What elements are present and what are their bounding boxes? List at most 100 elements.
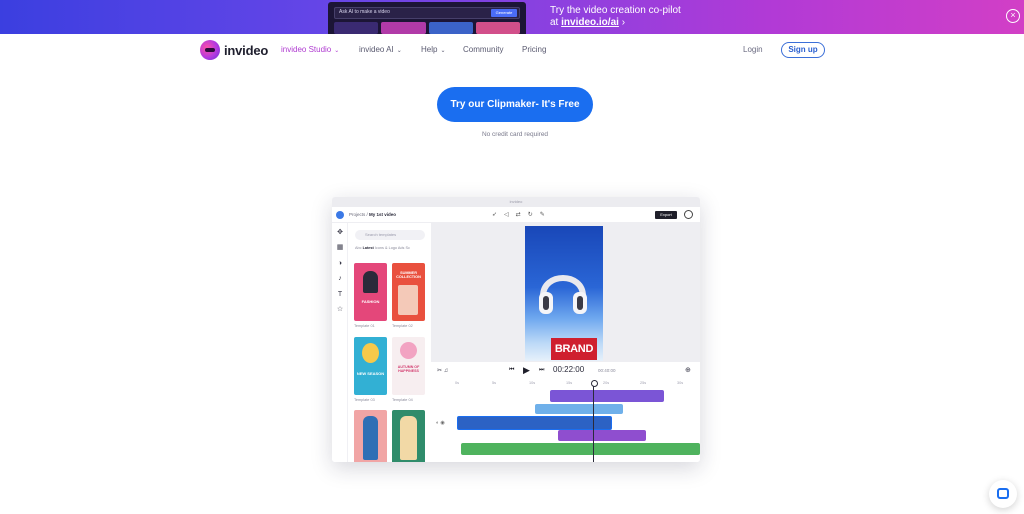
template-figure <box>363 271 378 293</box>
magic-wand-icon: ✎ <box>539 212 545 218</box>
timeline-playhead <box>591 380 598 462</box>
nav-item-community[interactable]: Community <box>463 45 503 54</box>
template-thumb <box>354 410 387 462</box>
mockup-toolbar: ➶ ◁ ⇄ ↻ ✎ <box>492 211 545 218</box>
nav-item-label: invideo Studio <box>281 45 332 54</box>
mockup-breadcrumb-root: Projects <box>349 212 366 217</box>
nav-item-invideo-studio[interactable]: invideo Studio ⌄ <box>281 45 339 54</box>
promo-thumb-tile <box>428 22 473 34</box>
template-thumb: FASHION <box>354 263 387 321</box>
template-thumb: SUMMER COLLECTION <box>392 263 425 321</box>
ruler-tick: 0s <box>455 381 460 385</box>
promo-line-2[interactable]: at invideo.io/ai › <box>550 17 681 29</box>
skip-forward-icon: ⏭ <box>539 367 545 373</box>
chat-icon <box>997 488 1009 499</box>
mockup-breadcrumb: Projects / My 1st video <box>349 212 396 217</box>
ruler-tick: 30s <box>677 381 684 385</box>
ruler-tick: 5s <box>492 381 497 385</box>
template-title: AUTUMN OF HAPPINESS <box>397 365 420 373</box>
no-credit-card-note: No credit card required <box>481 131 549 138</box>
chat-widget-button[interactable] <box>989 480 1017 508</box>
timeline-ruler: 0s 5s 10s 15s 20s 25s 30s <box>455 380 700 388</box>
chevron-down-icon: ⌄ <box>396 48 402 54</box>
logo-text: invideo <box>224 42 269 58</box>
promo-link-arrow: › <box>618 17 626 28</box>
promo-thumb-tile <box>381 22 426 34</box>
template-label: Template 01 <box>354 324 375 328</box>
mockup-category-first: Abc <box>355 246 362 250</box>
timeline-track-video <box>457 416 612 430</box>
swap-icon: ⇄ <box>515 212 521 218</box>
promo-line-2-prefix: at <box>550 17 562 28</box>
login-link[interactable]: Login <box>743 45 763 54</box>
timeline-current-time: 00:22:00 <box>553 365 585 374</box>
cursor-icon: ➶ <box>492 212 498 218</box>
play-icon: ▶ <box>523 365 530 375</box>
timeline-total-time: 00:40:00 <box>598 368 616 373</box>
logo-mark-icon <box>200 40 220 60</box>
template-label: Template 04 <box>392 398 413 402</box>
mockup-template-panel: Search templates Abc Latest Icons & Logo… <box>349 223 431 462</box>
promo-link[interactable]: invideo.io/ai <box>561 17 619 28</box>
chevron-down-icon: ⌄ <box>334 48 340 54</box>
signup-button[interactable]: Sign up <box>781 42 825 58</box>
ruler-tick: 20s <box>603 381 610 385</box>
ruler-tick: 25s <box>640 381 647 385</box>
mockup-category-active: Latest <box>362 246 374 250</box>
rotate-icon: ↻ <box>527 212 533 218</box>
mockup-categories: Abc Latest Icons & Logo Ads Sc <box>355 246 410 250</box>
promo-thumb-tile <box>334 22 379 34</box>
nav-item-label: invideo AI <box>359 45 394 54</box>
template-title: FASHION <box>361 299 380 304</box>
nav-item-label: Community <box>463 45 504 54</box>
skip-back-icon: ⏮ <box>509 367 515 373</box>
nav-item-label: Help <box>421 45 438 54</box>
mockup-brand-icon <box>336 211 344 219</box>
mockup-search-input: Search templates <box>355 230 425 240</box>
template-figure <box>398 285 418 315</box>
top-nav: invideo invideo Studio ⌄ invideo AI ⌄ Help… <box>0 34 1024 66</box>
promo-thumb-input-text: Ask AI to make a video <box>339 9 390 15</box>
shapes-icon: ◑ <box>337 260 343 267</box>
mockup-topbar: Projects / My 1st video ➶ ◁ ⇄ ↻ ✎ Export <box>332 207 700 223</box>
logo[interactable]: invideo <box>200 40 268 60</box>
move-icon: ✥ <box>337 229 343 236</box>
timeline-track-sky <box>535 404 623 414</box>
promo-thumb-input: Ask AI to make a video Generate <box>334 7 520 19</box>
ruler-tick: 10s <box>529 381 536 385</box>
nav-item-help[interactable]: Help ⌄ <box>421 45 445 54</box>
templates-icon: ▦ <box>336 244 344 251</box>
template-figure <box>363 416 378 460</box>
user-icon <box>684 210 693 219</box>
nav-item-label: Pricing <box>522 45 547 54</box>
promo-thumb-button: Generate <box>491 9 517 17</box>
nav-item-invideo-ai[interactable]: invideo AI ⌄ <box>359 45 402 54</box>
chevron-down-icon: ⌄ <box>440 48 446 54</box>
template-title: NEW SEASON <box>356 371 385 376</box>
template-figure <box>400 416 417 460</box>
music-icon: ♪ <box>338 275 342 282</box>
promo-thumbnail: Ask AI to make a video Generate <box>328 2 526 34</box>
track-visibility-icon: ◐ ◉ <box>436 420 445 426</box>
ruler-tick: 15s <box>566 381 573 385</box>
promo-message[interactable]: Try the video creation co-pilot at invid… <box>550 5 681 29</box>
promo-banner[interactable]: Ask AI to make a video Generate Try the … <box>0 0 1024 34</box>
template-thumb <box>392 410 425 462</box>
timeline-track-text <box>558 430 646 441</box>
canvas-artwork: BRAND <box>525 226 603 362</box>
mockup-canvas: BRAND <box>431 223 700 362</box>
close-icon[interactable]: × <box>1006 9 1020 23</box>
volume-icon: ◁ <box>504 212 509 218</box>
nav-item-pricing[interactable]: Pricing <box>522 45 546 54</box>
canvas-brand-text: BRAND <box>551 338 597 360</box>
try-clipmaker-button[interactable]: Try our Clipmaker- It's Free <box>437 87 593 122</box>
template-title: SUMMER COLLECTION <box>396 271 421 279</box>
mockup-window-title: invideo <box>509 199 523 204</box>
mockup-timeline: ✂ ♫ ⏮ ▶ ⏭ 00:22:00 00:40:00 ⊕ 0s 5s 10s … <box>431 361 700 462</box>
headphones-icon <box>539 275 587 314</box>
promo-line-1: Try the video creation co-pilot <box>550 5 681 16</box>
mic-icon: ✂ ♫ <box>437 368 449 374</box>
template-thumb: NEW SEASON <box>354 337 387 395</box>
template-label: Template 03 <box>354 398 375 402</box>
mockup-export-button: Export <box>655 211 677 219</box>
